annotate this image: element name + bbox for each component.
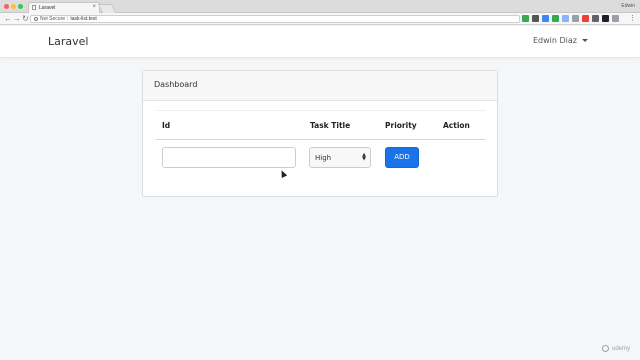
profile-name[interactable]: Edwin: [621, 3, 635, 9]
column-header-action: Action: [443, 121, 470, 130]
url-separator: |: [67, 15, 69, 22]
tab-title: Laravel: [39, 5, 56, 11]
url-text: task-list.test: [70, 15, 97, 22]
user-name: Edwin Diaz: [533, 36, 577, 45]
table-header-divider: [156, 139, 486, 140]
udemy-logo-icon: [601, 345, 609, 352]
back-icon[interactable]: ←: [4, 14, 12, 24]
extension-icon[interactable]: [552, 15, 559, 22]
close-window-button[interactable]: [4, 4, 9, 9]
new-tab-button[interactable]: [97, 4, 117, 13]
dashboard-card: Dashboard Id Task Title Priority Action …: [142, 70, 498, 197]
info-icon: [34, 17, 38, 21]
extension-icon[interactable]: [532, 15, 539, 22]
forward-icon[interactable]: →: [13, 14, 21, 24]
column-header-priority: Priority: [385, 121, 417, 130]
address-bar[interactable]: Not Secure | task-list.test: [30, 15, 520, 23]
browser-tab-bar: Laravel × Edwin: [0, 0, 640, 13]
extension-icon[interactable]: [592, 15, 599, 22]
extension-icon[interactable]: [582, 15, 589, 22]
minimize-window-button[interactable]: [11, 4, 16, 9]
priority-selected-value: High: [315, 154, 332, 162]
brand-link[interactable]: Laravel: [48, 35, 88, 48]
table-top-border: [156, 110, 486, 111]
user-dropdown[interactable]: Edwin Diaz: [533, 36, 588, 45]
column-header-id: Id: [162, 121, 171, 130]
browser-toolbar: ← → ↻ Not Secure | task-list.test ⋮: [0, 13, 640, 25]
caret-down-icon: [582, 39, 588, 42]
maximize-window-button[interactable]: [18, 4, 23, 9]
page-icon: [32, 5, 36, 10]
browser-tab[interactable]: Laravel ×: [28, 2, 100, 13]
extension-icon[interactable]: [522, 15, 529, 22]
browser-menu-icon[interactable]: ⋮: [629, 14, 636, 22]
reload-icon[interactable]: ↻: [22, 14, 29, 24]
id-input[interactable]: [162, 147, 296, 168]
tab-close-icon[interactable]: ×: [92, 4, 96, 10]
select-arrows-icon: ▲ ▼: [362, 152, 366, 162]
extension-icon[interactable]: [572, 15, 579, 22]
watermark-text: udemy: [611, 345, 630, 352]
watermark: udemy: [601, 345, 630, 352]
card-header: Dashboard: [143, 71, 497, 101]
extension-icons: [522, 15, 619, 22]
extension-icon[interactable]: [612, 15, 619, 22]
extension-icon[interactable]: [602, 15, 609, 22]
security-label: Not Secure: [40, 15, 66, 22]
extension-icon[interactable]: [562, 15, 569, 22]
column-header-task-title: Task Title: [310, 121, 351, 130]
add-button[interactable]: ADD: [385, 147, 419, 168]
app-navbar: Laravel Edwin Diaz: [0, 26, 640, 58]
extension-icon[interactable]: [542, 15, 549, 22]
priority-select[interactable]: High ▲ ▼: [309, 147, 371, 168]
